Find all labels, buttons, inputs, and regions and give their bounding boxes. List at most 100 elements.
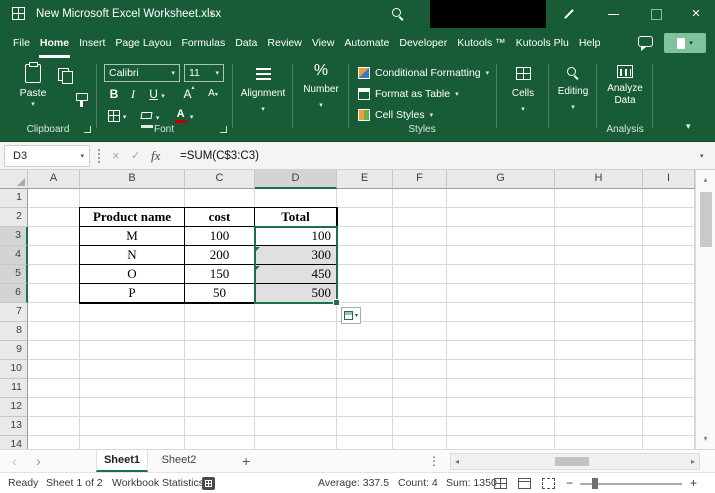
col-header-d[interactable]: D xyxy=(255,170,337,189)
row-header-14[interactable]: 14 xyxy=(0,436,28,449)
tab-kutools[interactable]: Kutools ™ xyxy=(452,28,510,58)
copy-icon[interactable] xyxy=(58,68,72,83)
sheet-tab-sheet1[interactable]: Sheet1 xyxy=(96,450,148,472)
tab-data[interactable]: Data xyxy=(230,28,262,58)
zoom-in-button[interactable]: + xyxy=(690,473,697,493)
row-header-2[interactable]: 2 xyxy=(0,208,28,227)
name-box[interactable]: D3 ▾ xyxy=(4,145,90,167)
cells-group-button[interactable]: Cells ▾ xyxy=(500,58,546,113)
expand-formula-bar-icon[interactable]: ▾ xyxy=(700,153,704,160)
page-layout-view-button[interactable] xyxy=(518,478,531,489)
vertical-scrollbar[interactable]: ▴ ▾ xyxy=(695,170,715,449)
next-sheet-icon[interactable]: › xyxy=(36,450,41,472)
pen-icon[interactable] xyxy=(564,9,574,19)
minimize-button[interactable] xyxy=(598,0,630,28)
new-sheet-button[interactable]: + xyxy=(242,450,250,472)
underline-button[interactable]: U ▾ xyxy=(144,85,170,103)
formula-warning-indicator[interactable] xyxy=(256,266,260,270)
fill-handle[interactable] xyxy=(333,299,340,306)
row-header-7[interactable]: 7 xyxy=(0,303,28,322)
paste-button[interactable]: Paste ▾ xyxy=(14,62,52,108)
cell-d3[interactable]: 100 xyxy=(255,227,337,246)
maximize-button[interactable] xyxy=(640,0,672,28)
font-size-select[interactable]: 11 ▾ xyxy=(184,64,224,82)
cell-d4[interactable]: 300 xyxy=(255,246,337,265)
row-header-9[interactable]: 9 xyxy=(0,341,28,360)
tab-review[interactable]: Review xyxy=(262,28,306,58)
cell-d6[interactable]: 500 xyxy=(255,284,337,303)
editing-group-button[interactable]: Editing ▾ xyxy=(552,58,594,111)
row-header-8[interactable]: 8 xyxy=(0,322,28,341)
font-dialog-launcher-icon[interactable] xyxy=(220,126,227,133)
close-button[interactable]: × xyxy=(680,0,712,28)
page-break-view-button[interactable] xyxy=(542,478,555,489)
workbook-statistics-icon[interactable] xyxy=(202,477,215,490)
cancel-entry-icon[interactable]: × xyxy=(112,142,120,170)
col-header-i[interactable]: I xyxy=(643,170,695,189)
horizontal-scrollbar[interactable]: ◂ ▸ xyxy=(450,453,700,470)
sheet-tab-sheet2[interactable]: Sheet2 xyxy=(150,450,208,472)
cell-b2[interactable]: Product name xyxy=(80,208,185,227)
comments-icon[interactable] xyxy=(638,36,653,47)
autofill-options-button[interactable]: ▾ xyxy=(341,307,361,324)
analyze-data-button[interactable]: Analyze Data xyxy=(600,58,650,107)
vertical-scroll-thumb[interactable] xyxy=(700,192,712,247)
formula-input[interactable]: =SUM(C$3:C3) xyxy=(180,142,259,170)
workbook-statistics-button[interactable]: Workbook Statistics xyxy=(112,473,204,493)
cell-c4[interactable]: 200 xyxy=(185,246,255,265)
tab-home[interactable]: Home xyxy=(35,28,74,58)
tab-page-layout[interactable]: Page Layou xyxy=(110,28,176,58)
scroll-down-icon[interactable]: ▾ xyxy=(696,431,715,447)
col-header-a[interactable]: A xyxy=(28,170,80,189)
clipboard-dialog-launcher-icon[interactable] xyxy=(84,126,91,133)
col-header-c[interactable]: C xyxy=(185,170,255,189)
search-icon[interactable] xyxy=(392,8,404,20)
title-dropdown-icon[interactable]: ▾ xyxy=(210,11,214,18)
col-header-g[interactable]: G xyxy=(447,170,555,189)
scroll-left-icon[interactable]: ◂ xyxy=(455,454,459,469)
cell-c3[interactable]: 100 xyxy=(185,227,255,246)
tab-file[interactable]: File xyxy=(8,28,35,58)
cell-b6[interactable]: P xyxy=(80,284,185,303)
cell-b5[interactable]: O xyxy=(80,265,185,284)
cell-b4[interactable]: N xyxy=(80,246,185,265)
formula-warning-indicator[interactable] xyxy=(256,247,260,251)
zoom-out-button[interactable]: − xyxy=(566,473,573,493)
horizontal-scroll-thumb[interactable] xyxy=(555,457,589,466)
increase-font-size-button[interactable]: A▴ xyxy=(178,85,200,103)
col-header-f[interactable]: F xyxy=(393,170,447,189)
row-header-10[interactable]: 10 xyxy=(0,360,28,379)
alignment-group-button[interactable]: Alignment ▾ xyxy=(236,58,290,113)
col-header-h[interactable]: H xyxy=(555,170,643,189)
fill-color-button[interactable]: ▾ xyxy=(136,106,164,124)
conditional-formatting-button[interactable]: Conditional Formatting ▾ xyxy=(358,65,489,81)
row-header-1[interactable]: 1 xyxy=(0,189,28,208)
tab-automate[interactable]: Automate xyxy=(339,28,394,58)
cell-d2[interactable]: Total xyxy=(255,208,337,227)
cell-c6[interactable]: 50 xyxy=(185,284,255,303)
col-header-b[interactable]: B xyxy=(80,170,185,189)
cell-d5[interactable]: 450 xyxy=(255,265,337,284)
collapse-ribbon-icon[interactable]: ▾ xyxy=(686,122,691,131)
col-header-e[interactable]: E xyxy=(337,170,393,189)
row-header-6[interactable]: 6 xyxy=(0,284,28,303)
row-header-12[interactable]: 12 xyxy=(0,398,28,417)
tab-view[interactable]: View xyxy=(307,28,340,58)
scroll-up-icon[interactable]: ▴ xyxy=(696,172,715,188)
bold-button[interactable]: B xyxy=(106,85,122,103)
cell-c2[interactable]: cost xyxy=(185,208,255,227)
tab-formulas[interactable]: Formulas xyxy=(176,28,230,58)
row-header-13[interactable]: 13 xyxy=(0,417,28,436)
borders-button[interactable]: ▾ xyxy=(104,106,130,124)
tab-developer[interactable]: Developer xyxy=(394,28,452,58)
number-group-button[interactable]: % Number ▾ xyxy=(296,58,346,109)
formula-bar-grip-icon[interactable] xyxy=(98,149,100,163)
format-as-table-button[interactable]: Format as Table ▾ xyxy=(358,86,459,102)
cell-c5[interactable]: 150 xyxy=(185,265,255,284)
decrease-font-size-button[interactable]: A▾ xyxy=(202,85,224,103)
format-painter-icon[interactable] xyxy=(75,93,88,107)
tab-kutools-plus[interactable]: Kutools Plu xyxy=(511,28,574,58)
normal-view-button[interactable] xyxy=(494,478,507,489)
row-header-5[interactable]: 5 xyxy=(0,265,28,284)
sheet-options-icon[interactable]: ⋮ xyxy=(428,450,440,472)
